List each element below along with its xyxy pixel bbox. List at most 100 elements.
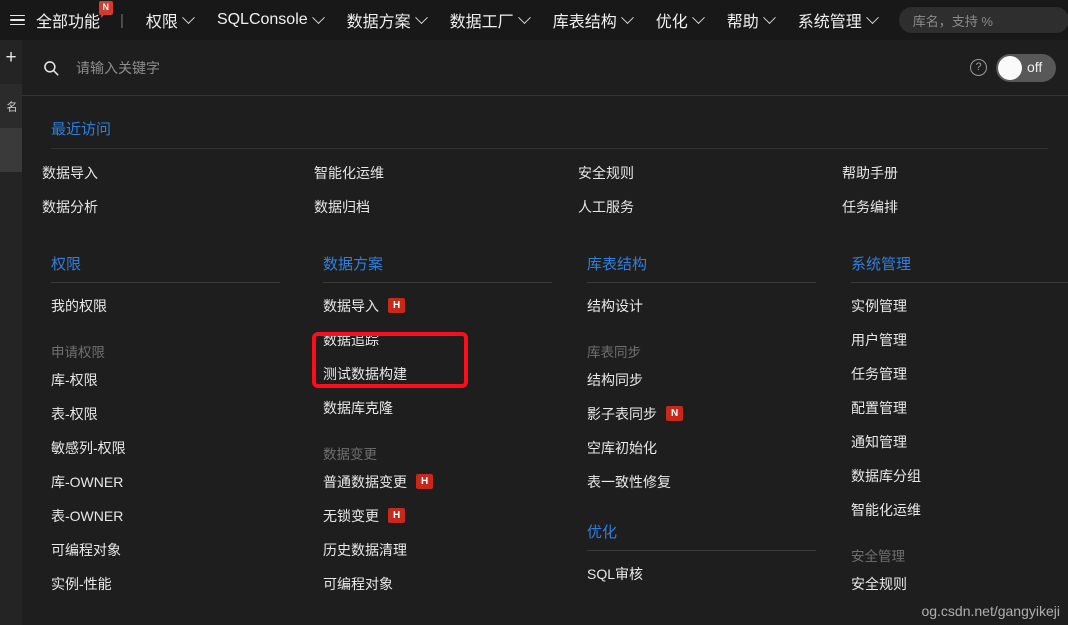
menu-item-notification-management[interactable]: 通知管理: [851, 425, 1068, 459]
recent-link[interactable]: 安全规则: [578, 149, 842, 183]
menu-item-empty-db-init[interactable]: 空库初始化: [587, 431, 842, 465]
section-title: 数据方案: [323, 256, 384, 273]
menu-item-label: 表一致性修复: [587, 474, 671, 490]
menu-item-normal-data-change[interactable]: 普通数据变更 H: [323, 465, 578, 499]
hamburger-icon[interactable]: [4, 0, 30, 40]
menu-item-label: 普通数据变更: [323, 474, 407, 490]
menu-item-label: SQL审核: [587, 566, 644, 582]
menu-item-label: 实例-性能: [51, 576, 112, 592]
section-permissions: 权限 我的权限 申请权限 库-权限 表-权限 敏感列-权限 库-OWNER 表-…: [51, 253, 314, 601]
section-divider: [587, 282, 816, 283]
nav-item-system-management[interactable]: 系统管理: [786, 0, 889, 40]
menu-item-test-data-build[interactable]: 测试数据构建: [323, 357, 578, 391]
menu-item-user-management[interactable]: 用户管理: [851, 323, 1068, 357]
global-db-search-placeholder: 库名，支持 %: [912, 13, 993, 29]
section-title: 系统管理: [851, 256, 912, 273]
menu-item-my-permissions[interactable]: 我的权限: [51, 289, 314, 323]
menu-item-database-group[interactable]: 数据库分组: [851, 459, 1068, 493]
recent-link[interactable]: 数据分析: [42, 183, 314, 217]
menu-item-sensitive-column-permission[interactable]: 敏感列-权限: [51, 431, 314, 465]
menu-item-intelligent-ops[interactable]: 智能化运维: [851, 493, 1068, 527]
recent-link[interactable]: 人工服务: [578, 183, 842, 217]
column-permissions: 权限 我的权限 申请权限 库-权限 表-权限 敏感列-权限 库-OWNER 表-…: [42, 253, 314, 601]
add-icon[interactable]: +: [0, 40, 22, 76]
menu-item-label: 影子表同步: [587, 406, 657, 422]
menu-item-schema-design[interactable]: 结构设计: [587, 289, 842, 323]
nav-all-functions[interactable]: 全部功能 N: [30, 0, 114, 40]
menu-item-table-consistency-repair[interactable]: 表一致性修复: [587, 465, 842, 499]
menu-item-config-management[interactable]: 配置管理: [851, 391, 1068, 425]
menu-item-table-owner[interactable]: 表-OWNER: [51, 499, 314, 533]
recent-link[interactable]: 智能化运维: [314, 149, 578, 183]
hot-tag: H: [416, 473, 434, 489]
section-divider: [323, 282, 552, 283]
menu-item-db-owner[interactable]: 库-OWNER: [51, 465, 314, 499]
menu-item-data-tracking[interactable]: 数据追踪: [323, 323, 578, 357]
rail-tab-active[interactable]: [0, 128, 22, 172]
menu-item-label: 数据库分组: [851, 468, 921, 484]
menu-item-instance-performance[interactable]: 实例-性能: [51, 567, 314, 601]
menu-item-lockless-change[interactable]: 无锁变更 H: [323, 499, 578, 533]
recent-link[interactable]: 数据导入: [42, 149, 314, 183]
menu-item-table-permission[interactable]: 表-权限: [51, 397, 314, 431]
nav-separator: |: [120, 11, 124, 29]
recent-link[interactable]: 任务编排: [842, 183, 1068, 217]
menu-item-sql-audit[interactable]: SQL审核: [587, 557, 842, 591]
rail-spacer: [0, 76, 22, 84]
menu-item-data-import[interactable]: 数据导入 H: [323, 289, 578, 323]
chevron-down-icon: [414, 10, 428, 24]
menu-item-database-clone[interactable]: 数据库克隆: [323, 391, 578, 425]
nav-item-data-scheme[interactable]: 数据方案: [335, 0, 438, 40]
search-icon: [44, 60, 59, 76]
nav-item-sqlconsole[interactable]: SQLConsole: [205, 0, 335, 40]
section-schema: 库表结构 结构设计 库表同步 结构同步 影子表同步 N 空库初始化 表一致性修复: [587, 253, 842, 499]
search-input[interactable]: [74, 55, 970, 80]
toggle-knob: [998, 55, 1022, 80]
section-divider: [587, 550, 816, 551]
menu-item-structure-sync[interactable]: 结构同步: [587, 363, 842, 397]
menu-item-label: 库-OWNER: [51, 474, 124, 490]
function-columns-grid: 权限 我的权限 申请权限 库-权限 表-权限 敏感列-权限 库-OWNER 表-…: [42, 253, 1068, 601]
left-rail: + 名: [0, 40, 22, 625]
app-root: 全部功能 N | 权限 SQLConsole 数据方案 数据工厂 库表结构 优化: [0, 0, 1068, 625]
global-db-search-input[interactable]: 库名，支持 %: [898, 7, 1068, 33]
nav-item-label: 数据工厂: [449, 14, 514, 31]
menu-item-label: 敏感列-权限: [51, 440, 126, 456]
chevron-down-icon: [691, 10, 705, 24]
menu-item-historical-data-cleanup[interactable]: 历史数据清理: [323, 533, 578, 567]
menu-item-security-rules[interactable]: 安全规则: [851, 567, 1068, 601]
nav-item-label: 优化: [655, 14, 688, 31]
menu-item-programmable-object-2[interactable]: 可编程对象: [323, 567, 578, 601]
menu-item-label: 表-权限: [51, 406, 98, 422]
nav-all-functions-label: 全部功能: [36, 14, 101, 31]
hot-tag: H: [388, 507, 406, 523]
menu-item-task-management[interactable]: 任务管理: [851, 357, 1068, 391]
section-divider: [51, 282, 280, 283]
section-system-management: 系统管理 实例管理 用户管理 任务管理 配置管理 通知管理 数据库分组 智能化运…: [851, 253, 1068, 601]
menu-item-label: 测试数据构建: [323, 366, 407, 382]
all-functions-panel: ? off 最近访问 数据导入 智能化运维 安全规则 帮助手册 数据分析 数据归…: [22, 40, 1068, 625]
chevron-down-icon: [182, 10, 195, 24]
recent-link[interactable]: 帮助手册: [842, 149, 1068, 183]
menu-item-db-permission[interactable]: 库-权限: [51, 363, 314, 397]
chevron-down-icon: [865, 10, 879, 24]
menu-item-label: 可编程对象: [323, 576, 393, 592]
recent-link[interactable]: 数据归档: [314, 183, 578, 217]
menu-item-label: 数据追踪: [323, 332, 379, 348]
nav-item-optimize[interactable]: 优化: [644, 0, 715, 40]
group-label-apply-permission: 申请权限: [51, 345, 105, 360]
nav-item-help[interactable]: 帮助: [715, 0, 786, 40]
menu-item-label: 表-OWNER: [51, 508, 124, 524]
nav-item-schema[interactable]: 库表结构: [541, 0, 644, 40]
watermark: og.csdn.net/gangyikeji: [921, 603, 1060, 619]
column-data-scheme: 数据方案 数据导入 H 数据追踪 测试数据构建 数据库克隆 数据变更 普通数据变…: [314, 253, 578, 601]
question-icon[interactable]: ?: [970, 59, 987, 76]
nav-item-permissions[interactable]: 权限: [134, 0, 205, 40]
menu-item-instance-management[interactable]: 实例管理: [851, 289, 1068, 323]
menu-item-programmable-object[interactable]: 可编程对象: [51, 533, 314, 567]
rail-tab-db-list[interactable]: 名: [0, 84, 22, 128]
menu-item-shadow-table-sync[interactable]: 影子表同步 N: [587, 397, 842, 431]
toggle-label: off: [1027, 58, 1043, 75]
panel-mode-toggle[interactable]: off: [996, 53, 1056, 82]
nav-item-data-factory[interactable]: 数据工厂: [438, 0, 541, 40]
